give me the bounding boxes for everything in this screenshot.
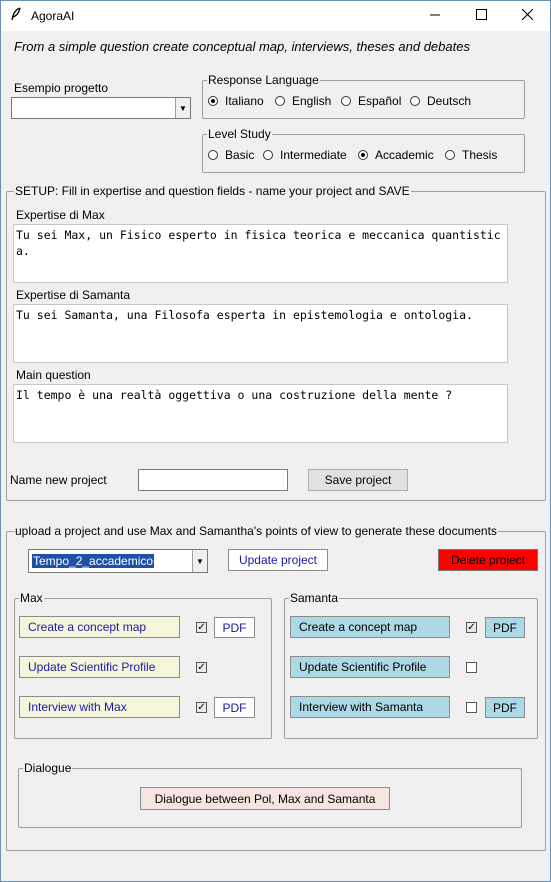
minimize-button[interactable] (412, 1, 458, 31)
example-project-label: Esempio progetto (14, 81, 109, 95)
app-subtitle: From a simple question create conceptual… (14, 39, 470, 54)
radio-dot-icon (208, 150, 218, 160)
samanta-expertise-label: Expertise di Samanta (16, 288, 131, 302)
radio-dot-icon (208, 96, 218, 106)
max-profile-checkbox[interactable]: ✓ (196, 662, 207, 673)
close-button[interactable] (504, 1, 550, 31)
level-legend: Level Study (207, 127, 272, 141)
samanta-interview-button[interactable]: Interview with Samanta (290, 696, 450, 718)
samanta-interview-pdf-button[interactable]: PDF (485, 697, 525, 718)
samanta-concept-map-button[interactable]: Create a concept map (290, 616, 450, 638)
max-interview-button[interactable]: Interview with Max (19, 696, 180, 718)
samanta-concept-map-checkbox[interactable]: ✓ (466, 622, 477, 633)
dialogue-button[interactable]: Dialogue between Pol, Max and Samanta (140, 787, 390, 810)
example-project-select[interactable]: ▼ (11, 97, 191, 119)
max-expertise-label: Expertise di Max (16, 208, 105, 222)
max-concept-map-checkbox[interactable]: ✓ (196, 622, 207, 633)
dialogue-legend: Dialogue (23, 761, 73, 775)
samanta-concept-map-pdf-button[interactable]: PDF (485, 617, 525, 638)
maximize-button[interactable] (458, 1, 504, 31)
feather-icon (10, 7, 22, 24)
chevron-down-icon[interactable]: ▼ (192, 550, 207, 572)
samanta-profile-button[interactable]: Update Scientific Profile (290, 656, 450, 678)
samanta-expertise-field[interactable]: Tu sei Samanta, una Filosofa esperta in … (13, 304, 508, 363)
radio-dot-icon (341, 96, 351, 106)
max-profile-button[interactable]: Update Scientific Profile (19, 656, 180, 678)
samanta-profile-checkbox[interactable] (466, 662, 477, 673)
app-window: AgoraAI From a simple question create co… (0, 0, 551, 882)
radio-thesis[interactable]: Thesis (445, 148, 497, 162)
max-panel-legend: Max (19, 591, 44, 605)
radio-accademic[interactable]: Accademic (358, 148, 434, 162)
samanta-interview-checkbox[interactable] (466, 702, 477, 713)
max-concept-map-button[interactable]: Create a concept map (19, 616, 180, 638)
language-legend: Response Language (207, 73, 320, 87)
title-bar: AgoraAI (1, 1, 550, 31)
radio-espanol[interactable]: Español (341, 94, 401, 108)
project-name-input[interactable] (138, 469, 288, 491)
max-concept-map-pdf-button[interactable]: PDF (214, 617, 255, 638)
samanta-panel-legend: Samanta (289, 591, 340, 605)
window-title: AgoraAI (31, 9, 75, 23)
project-name-label: Name new project (10, 473, 107, 487)
max-expertise-field[interactable]: Tu sei Max, un Fisico esperto in fisica … (13, 224, 508, 283)
radio-english[interactable]: English (275, 94, 331, 108)
radio-dot-icon (358, 150, 368, 160)
save-project-button[interactable]: Save project (308, 469, 408, 491)
max-interview-checkbox[interactable]: ✓ (196, 702, 207, 713)
radio-italiano[interactable]: Italiano (208, 94, 264, 108)
upload-legend: upload a project and use Max and Samanth… (14, 524, 498, 538)
main-question-field[interactable]: Il tempo è una realtà oggettiva o una co… (13, 384, 508, 443)
setup-legend: SETUP: Fill in expertise and question fi… (14, 184, 411, 198)
chevron-down-icon[interactable]: ▼ (175, 98, 190, 118)
radio-basic[interactable]: Basic (208, 148, 254, 162)
main-question-label: Main question (16, 368, 91, 382)
radio-dot-icon (445, 150, 455, 160)
project-select[interactable]: Tempo_2_accademico ▼ (28, 549, 208, 573)
radio-dot-icon (263, 150, 273, 160)
radio-intermediate[interactable]: Intermediate (263, 148, 347, 162)
project-select-value: Tempo_2_accademico (32, 554, 155, 568)
update-project-button[interactable]: Update project (228, 549, 328, 571)
radio-deutsch[interactable]: Deutsch (410, 94, 471, 108)
max-interview-pdf-button[interactable]: PDF (214, 697, 255, 718)
delete-project-button[interactable]: Delete project (438, 549, 538, 571)
radio-dot-icon (410, 96, 420, 106)
radio-dot-icon (275, 96, 285, 106)
